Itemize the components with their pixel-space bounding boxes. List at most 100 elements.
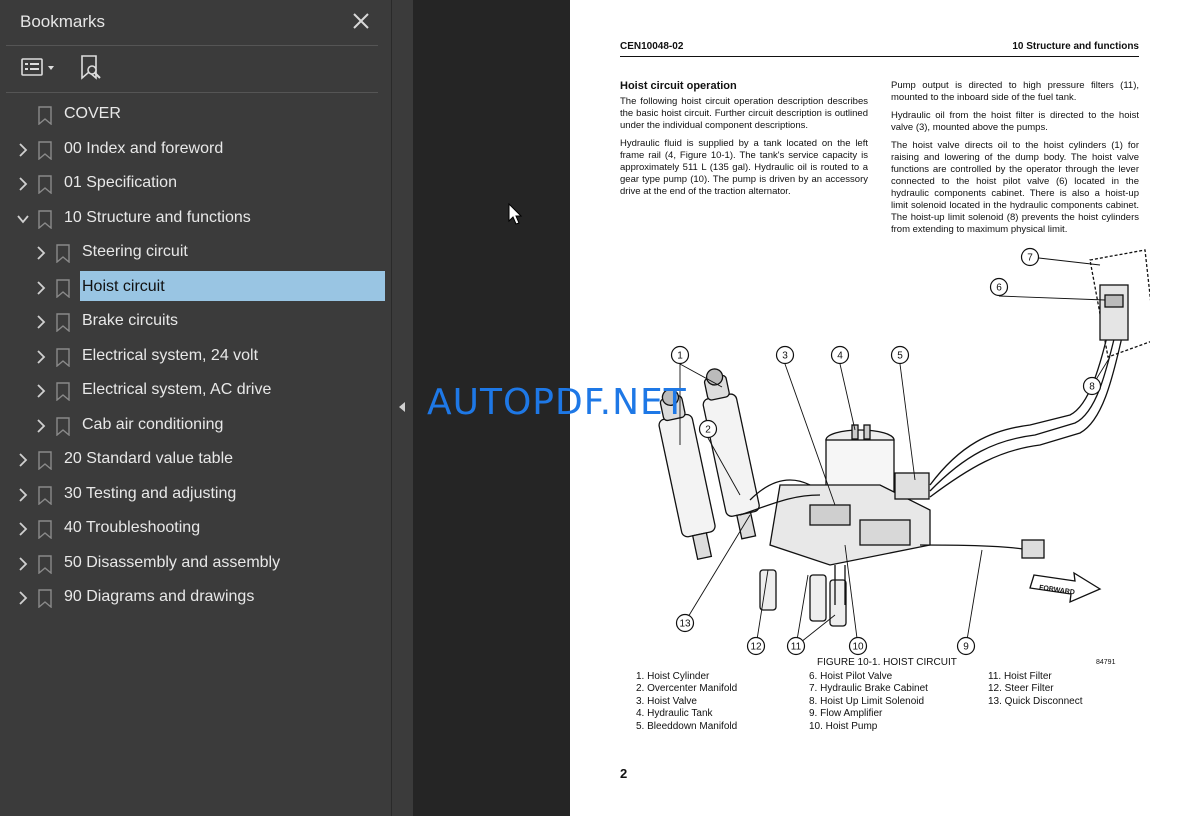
chevron-right-icon[interactable] xyxy=(33,418,49,434)
bookmark-label: 10 Structure and functions xyxy=(64,208,251,226)
bookmark-icon xyxy=(56,382,70,401)
legend-item: 2. Overcenter Manifold xyxy=(636,683,738,695)
chevron-right-icon[interactable] xyxy=(33,314,49,330)
bookmark-label: Electrical system, 24 volt xyxy=(82,346,259,364)
callout-number: 3 xyxy=(782,351,788,362)
callout-number: 13 xyxy=(679,619,691,630)
legend-column: 6. Hoist Pilot Valve 7. Hydraulic Brake … xyxy=(809,671,928,733)
bookmark-item[interactable]: Cab air conditioning xyxy=(0,409,391,443)
bookmark-label: COVER xyxy=(64,105,121,122)
bookmark-icon xyxy=(56,416,70,436)
bookmark-icon xyxy=(56,278,70,298)
left-column: Hoist circuit operation The following ho… xyxy=(620,80,868,204)
bookmark-icon xyxy=(38,209,52,229)
divider xyxy=(6,92,378,93)
list-options-icon[interactable] xyxy=(20,54,58,82)
legend-item: 10. Hoist Pump xyxy=(809,720,878,732)
find-bookmark-icon[interactable] xyxy=(78,54,104,82)
paragraph: Hydraulic fluid is supplied by a tank lo… xyxy=(620,138,868,197)
bookmark-label: 30 Testing and adjusting xyxy=(64,484,237,502)
legend-item: 3. Hoist Valve xyxy=(636,695,697,707)
header-rule xyxy=(620,56,1139,57)
bookmark-label: Brake circuits xyxy=(82,312,179,329)
chevron-right-icon[interactable] xyxy=(33,280,49,296)
chevron-right-icon[interactable] xyxy=(33,383,49,399)
bookmark-item[interactable]: 20 Standard value table xyxy=(0,443,391,477)
chevron-right-icon[interactable] xyxy=(15,521,31,537)
chevron-right-icon[interactable] xyxy=(15,487,31,503)
bookmark-icon xyxy=(38,485,52,505)
page-number: 2 xyxy=(620,766,628,781)
bookmark-icon xyxy=(38,451,52,470)
bookmark-icon xyxy=(38,520,52,539)
bookmark-icon xyxy=(38,589,52,608)
legend-item: 13. Quick Disconnect xyxy=(988,695,1083,707)
bookmark-icon xyxy=(56,313,70,332)
bookmark-label: 20 Standard value table xyxy=(64,450,234,467)
bookmark-item[interactable]: Steering circuit xyxy=(0,236,391,270)
bookmark-item[interactable]: 01 Specification xyxy=(0,167,391,201)
bookmark-label: 01 Specification xyxy=(64,174,177,191)
bookmark-item[interactable]: 00 Index and foreword xyxy=(0,133,391,167)
legend-item: 1. Hoist Cylinder xyxy=(636,671,710,682)
bookmark-item[interactable]: 40 Troubleshooting xyxy=(0,512,391,546)
legend-item: 9. Flow Amplifier xyxy=(809,708,883,720)
watermark: AUTOPDF.NET xyxy=(427,382,687,423)
bookmark-icon xyxy=(38,175,52,194)
bookmark-icon xyxy=(38,140,52,160)
bookmark-label: 90 Diagrams and drawings xyxy=(64,588,255,605)
callout-number: 1 xyxy=(677,351,683,362)
bookmark-item[interactable]: 10 Structure and functions xyxy=(0,202,391,236)
chevron-right-icon[interactable] xyxy=(33,349,49,365)
bookmark-label: Cab air conditioning xyxy=(82,415,224,433)
legend-column: 1. Hoist Cylinder 2. Overcenter Manifold… xyxy=(636,671,737,733)
chevron-down-icon[interactable] xyxy=(15,211,31,227)
chevron-right-icon[interactable] xyxy=(33,245,49,261)
bookmark-item[interactable]: 90 Diagrams and drawings xyxy=(0,581,391,615)
chevron-right-icon[interactable] xyxy=(15,452,31,468)
hoist-filters xyxy=(759,569,847,627)
paragraph: The hoist valve directs oil to the hoist… xyxy=(891,140,1139,235)
bookmarks-title: Bookmarks xyxy=(20,12,106,31)
bookmark-label: 50 Disassembly and assembly xyxy=(64,553,281,571)
divider xyxy=(6,45,378,46)
bookmark-label: Hoist circuit xyxy=(82,277,165,295)
callout-number: 4 xyxy=(837,351,843,362)
bookmark-item[interactable]: Brake circuits xyxy=(0,305,391,339)
legend-column: 11. Hoist Filter 12. Steer Filter 13. Qu… xyxy=(988,671,1083,708)
flow-amplifier xyxy=(1021,539,1045,559)
bookmarks-header: Bookmarks xyxy=(0,0,391,42)
bookmark-item[interactable]: 50 Disassembly and assembly xyxy=(0,547,391,581)
bookmark-item[interactable]: Electrical system, 24 volt xyxy=(0,340,391,374)
callout-number: 10 xyxy=(852,642,864,653)
callout-number: 2 xyxy=(705,425,711,436)
legend-item: 4. Hydraulic Tank xyxy=(636,708,713,720)
callout-number: 12 xyxy=(750,642,762,653)
bookmark-label: Electrical system, AC drive xyxy=(82,381,272,398)
bookmark-item[interactable]: Electrical system, AC drive xyxy=(0,374,391,408)
page-header-left: CEN10048-02 xyxy=(620,41,684,52)
paragraph: The following hoist circuit operation de… xyxy=(620,96,868,131)
chevron-right-icon[interactable] xyxy=(15,590,31,606)
legend-item: 7. Hydraulic Brake Cabinet xyxy=(809,683,928,695)
bleeddown-manifold xyxy=(894,472,930,500)
callout-number: 11 xyxy=(791,642,802,653)
page-header-right: 10 Structure and functions xyxy=(1012,41,1139,52)
hoist-circuit-figure: FORWARD 123 4 5678910111213 xyxy=(658,247,1150,656)
chevron-right-icon[interactable] xyxy=(15,142,31,158)
bookmark-item[interactable]: COVER xyxy=(0,98,391,132)
bookmarks-toolbar xyxy=(0,48,391,88)
close-icon[interactable] xyxy=(350,10,372,32)
chevron-right-icon[interactable] xyxy=(15,176,31,192)
bookmark-item[interactable]: 30 Testing and adjusting xyxy=(0,478,391,512)
callout-number: 8 xyxy=(1089,382,1095,393)
legend-item: 11. Hoist Filter xyxy=(988,671,1052,682)
chevron-right-icon[interactable] xyxy=(15,556,31,572)
paragraph: Hydraulic oil from the hoist filter is d… xyxy=(891,110,1139,133)
bookmark-label: Steering circuit xyxy=(82,243,188,260)
bookmark-item[interactable]: Hoist circuit xyxy=(0,270,391,305)
collapse-panel-icon[interactable] xyxy=(397,400,407,414)
bookmark-icon xyxy=(38,106,52,125)
callout-number: 9 xyxy=(963,642,969,653)
bookmark-label: 40 Troubleshooting xyxy=(64,519,201,536)
